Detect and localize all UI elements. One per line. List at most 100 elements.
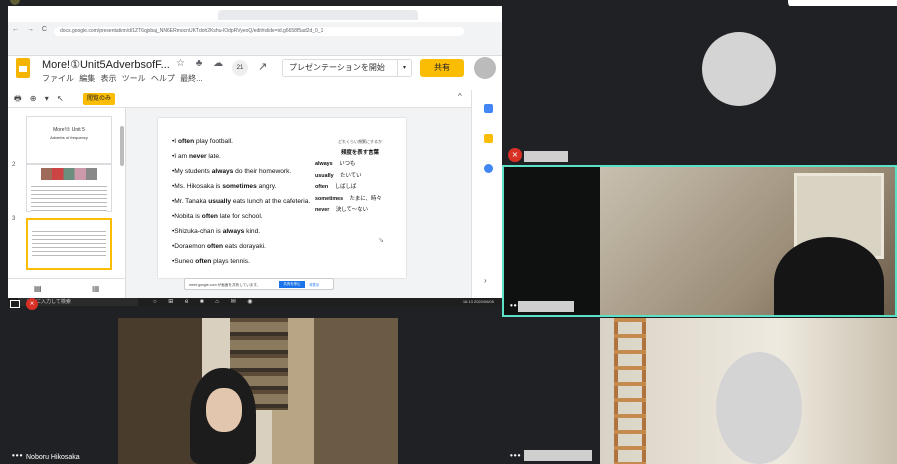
bullet-adverb: always — [222, 228, 245, 235]
tray-date: 2020/06/05 — [473, 299, 494, 304]
bullet-text: •Nobita is — [172, 213, 202, 220]
presenter-name: Noboru Hikosaka — [26, 454, 80, 461]
bullet-adverb: often — [195, 258, 212, 265]
bullet-item: •Shizuka-chan is always kind. — [172, 224, 310, 239]
activity-trend-icon[interactable]: ↗ — [258, 60, 267, 73]
presenter-mic-off-icon: ⨯ — [26, 298, 38, 310]
expand-panel-icon[interactable]: › — [484, 276, 487, 285]
bullet-item: •I am never late. — [172, 149, 310, 164]
participant-name-redacted — [524, 450, 592, 461]
calendar-icon[interactable] — [484, 104, 493, 113]
freq-subtitle: どれくらい頻繁にするか — [337, 139, 383, 144]
bullet-text: angry. — [256, 183, 277, 190]
chevron-down-icon[interactable]: ▾ — [397, 60, 411, 76]
freq-row: always いつも — [315, 159, 405, 171]
freq-row: never 決して～ない — [315, 205, 405, 217]
notification-text: meet.google.com が画面を共有しています。 — [189, 283, 261, 287]
participant-tile-1[interactable]: ⨯ — [504, 6, 897, 166]
bullet-text: •Suneo — [172, 258, 196, 265]
bullet-item: •Doraemon often eats dorayaki. — [172, 239, 310, 254]
filmstrip-scrollbar[interactable] — [120, 126, 124, 166]
account-avatar[interactable] — [474, 57, 496, 79]
side-panel: › — [471, 90, 502, 298]
ladder-shelf — [614, 318, 646, 464]
freq-row: usually たいてい — [315, 171, 405, 183]
browser-tab[interactable] — [218, 10, 418, 20]
participant-tile-4[interactable]: ••• — [504, 318, 897, 464]
share-notification: meet.google.com が画面を共有しています。 共有を停止 非表示 — [184, 278, 334, 290]
slide-thumbnail-2[interactable] — [26, 164, 112, 213]
bullet-text: kind. — [244, 228, 261, 235]
participant-name-redacted — [524, 151, 568, 162]
present-button[interactable]: プレゼンテーションを開始 ▾ — [282, 59, 412, 77]
participant-tile-presenter[interactable]: ••• Noboru Hikosaka — [8, 318, 502, 464]
present-label: プレゼンテーションを開始 — [289, 63, 385, 72]
freq-english: usually — [315, 172, 334, 179]
taskbar-app-icons[interactable]: ○ ⊞ e ■ ⌂ ✉ ◉ — [153, 298, 258, 306]
slide-thumbnail-3[interactable] — [26, 218, 112, 270]
bullet-text: plays tennis. — [211, 258, 250, 265]
freq-japanese: いつも — [339, 161, 356, 167]
slide-number: 3 — [12, 216, 16, 222]
share-button[interactable]: 共有 — [420, 59, 464, 77]
grid-view-icon[interactable]: ▦ — [92, 284, 100, 293]
bullet-text: play football. — [194, 138, 233, 145]
bullet-text: •I am — [172, 153, 189, 160]
freq-english: sometimes — [315, 195, 344, 202]
bullet-item: •Mr. Tanaka usually eats lunch at the ca… — [172, 194, 310, 209]
bullet-item: •My students always do their homework. — [172, 164, 310, 179]
participant-name-redacted — [518, 301, 574, 312]
bullet-adverb: often — [201, 213, 218, 220]
title-icons[interactable]: ☆ ♣ ☁ — [176, 58, 227, 69]
filmstrip-view-icon[interactable]: ▤ — [34, 284, 42, 293]
freq-english: often — [315, 184, 329, 190]
cursor-icon: ⇘ — [378, 237, 384, 244]
freq-row: often しばしば — [315, 182, 405, 194]
windows-taskbar: ここに入力して検索 ○ ⊞ e ■ ⌂ ✉ ◉ 16:13 2020/06/05 — [8, 298, 502, 306]
freq-japanese: 決して～ない — [335, 207, 369, 213]
view-toggle: ▤ ▦ — [8, 278, 126, 298]
thumb-images — [41, 168, 97, 180]
slides-logo-icon[interactable] — [16, 58, 30, 78]
participant-head — [774, 237, 884, 315]
bullet-text: do their homework. — [233, 168, 292, 175]
mic-off-icon: ⨯ — [508, 148, 522, 162]
slide-canvas: •I often play football. •I am never late.… — [126, 108, 471, 298]
stop-sharing-button[interactable]: 共有を停止 — [279, 281, 305, 288]
freq-english: always — [315, 161, 333, 167]
filmstrip: More!① Unit 5 Adverbs of frequency 2 3 ▤ … — [8, 108, 126, 298]
document-title[interactable]: More!①Unit5AdverbsofF... — [42, 58, 170, 71]
slides-toolbar: 🖶 ⊕ ▾ ↖ 閲覧のみ ^ — [8, 90, 502, 108]
bullet-adverb: never — [188, 153, 207, 160]
view-only-button[interactable]: 閲覧のみ — [83, 93, 116, 105]
bullet-text: late. — [206, 153, 221, 160]
tasks-icon[interactable] — [484, 164, 493, 173]
freq-japanese: しばしば — [334, 184, 357, 190]
keep-icon[interactable] — [484, 134, 493, 143]
tray-time: 16:13 — [462, 299, 473, 304]
screen-share-icon — [10, 300, 20, 308]
hide-button[interactable]: 非表示 — [309, 279, 319, 291]
url-field[interactable]: docs.google.com/presentation/d/1ZT6qjxba… — [54, 27, 464, 36]
more-options-icon[interactable]: ••• — [510, 451, 521, 460]
bullet-item: •Ms. Hikosaka is sometimes angry. — [172, 179, 310, 194]
bullet-item: •Suneo often plays tennis. — [172, 254, 310, 269]
slide-thumbnail-1[interactable]: More!① Unit 5 Adverbs of frequency — [26, 116, 112, 164]
bullet-adverb: usually — [208, 198, 232, 205]
app-logo — [10, 0, 20, 5]
nav-buttons[interactable]: ← → C — [12, 26, 50, 33]
toolbar-tools[interactable]: 🖶 ⊕ ▾ ↖ — [14, 93, 67, 107]
collapse-icon[interactable]: ^ — [458, 92, 462, 101]
frequency-table: どれくらい頻繁にするか 頻度を表す言葉 always いつも usually たい… — [315, 136, 405, 217]
browser-tab-bar — [8, 6, 502, 22]
comments-count-badge[interactable]: 21 — [232, 60, 248, 76]
freq-rows: always いつも usually たいてい often しばしば sometime… — [315, 159, 405, 217]
menu-bar[interactable]: ファイル 編集 表示 ツール ヘルプ 最終... — [42, 73, 203, 84]
more-options-icon[interactable]: ••• — [12, 451, 23, 460]
thumb-title: More!① Unit 5 — [53, 127, 85, 133]
system-tray: 16:13 2020/06/05 — [463, 298, 494, 306]
bullet-text: late for school. — [217, 213, 263, 220]
thumb-subtitle: Adverbs of frequency — [50, 135, 88, 140]
participant-tile-active[interactable]: ••• — [502, 165, 897, 317]
avatar — [702, 32, 776, 106]
